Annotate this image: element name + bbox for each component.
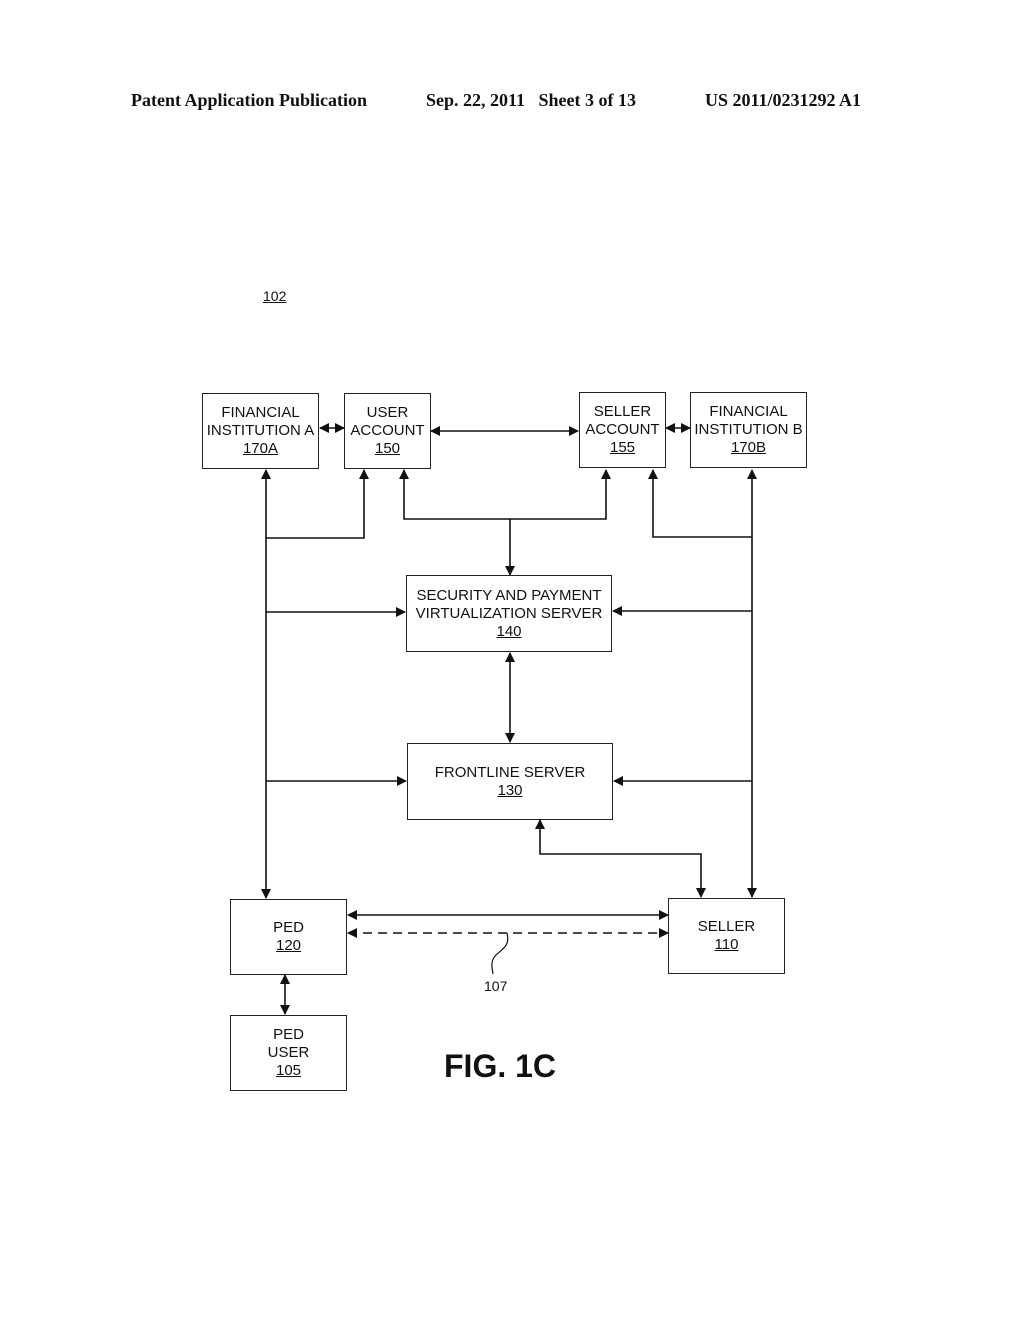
- node-financial-institution-b: FINANCIAL INSTITUTION B 170B: [690, 392, 807, 468]
- edge-finb-selleraccount-bus: [648, 469, 752, 538]
- connection-lines: [261, 423, 757, 1015]
- node-seller: SELLER 110: [668, 898, 785, 974]
- edge-frontline-seller: [535, 819, 706, 898]
- node-user-account: USER ACCOUNT 150: [344, 393, 431, 469]
- leader-107: [491, 932, 509, 975]
- node-ped-user: PED USER 105: [230, 1015, 347, 1091]
- node-frontline-server: FRONTLINE SERVER 130: [407, 743, 613, 820]
- edge-fina-useraccount-bus: [266, 469, 369, 539]
- edge-security-selleraccount: [510, 469, 611, 520]
- node-security-payment-server: SECURITY AND PAYMENT VIRTUALIZATION SERV…: [406, 575, 612, 652]
- node-seller-account: SELLER ACCOUNT 155: [579, 392, 666, 468]
- edge-security-useraccount: [399, 469, 510, 520]
- figure-label: FIG. 1C: [444, 1048, 557, 1084]
- connection-label-107: 107: [484, 978, 508, 994]
- node-ped: PED 120: [230, 899, 347, 975]
- node-financial-institution-a: FINANCIAL INSTITUTION A 170A: [202, 393, 319, 469]
